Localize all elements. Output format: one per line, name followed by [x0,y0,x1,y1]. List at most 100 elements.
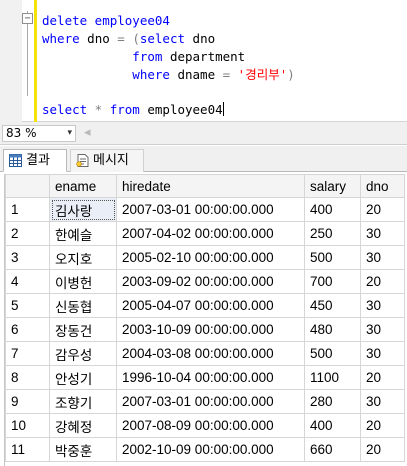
corner-cell[interactable] [5,174,50,198]
grid-icon [9,154,22,167]
table-row[interactable]: 3 오지호 2005-02-10 00:00:00.000 500 30 [5,245,405,270]
table-row[interactable]: 9 조향기 2007-03-01 00:00:00.000 280 30 [5,389,405,414]
cell-dno[interactable]: 30 [360,245,405,270]
row-number[interactable]: 10 [5,413,50,438]
cell-hiredate[interactable]: 2005-02-10 00:00:00.000 [116,245,305,270]
cell-dno[interactable]: 20 [360,413,405,438]
cell-ename[interactable]: 강혜정 [49,413,117,438]
results-table[interactable]: ename hiredate salary dno 1 김사랑 2007-03-01… [5,174,405,462]
cell-dno[interactable]: 20 [360,365,405,390]
sql-code[interactable]: delete employee04 where dno = (select dno… [42,12,295,119]
table-row[interactable]: 2 한예슬 2007-04-02 00:00:00.000 250 30 [5,221,405,246]
code-line[interactable]: where dname = '경리부') [42,66,295,84]
cell-ename[interactable]: 안성기 [49,365,117,390]
cell-ename[interactable]: 신동협 [49,293,117,318]
code-line[interactable]: delete employee04 [42,12,295,30]
table-row[interactable]: 10 강혜정 2007-08-09 00:00:00.000 400 20 [5,413,405,438]
column-header-ename[interactable]: ename [49,174,117,198]
cell-salary[interactable]: 500 [304,245,361,270]
cell-salary[interactable]: 250 [304,221,361,246]
cell-dno[interactable]: 20 [360,437,405,462]
cell-hiredate[interactable]: 2007-03-01 00:00:00.000 [116,197,305,222]
row-number[interactable]: 1 [5,197,50,222]
cell-ename[interactable]: 오지호 [49,245,117,270]
column-header-hiredate[interactable]: hiredate [116,174,305,198]
cell-salary[interactable]: 400 [304,413,361,438]
row-number[interactable]: 2 [5,221,50,246]
row-number[interactable]: 11 [5,437,50,462]
table-row[interactable]: 6 장동건 2003-10-09 00:00:00.000 480 30 [5,317,405,342]
header-row: ename hiredate salary dno [5,174,405,198]
cell-hiredate[interactable]: 2007-08-09 00:00:00.000 [116,413,305,438]
cell-hiredate[interactable]: 2003-10-09 00:00:00.000 [116,317,305,342]
changed-lines-marker [34,0,37,122]
row-number[interactable]: 8 [5,365,50,390]
cell-dno[interactable]: 20 [360,269,405,294]
cell-salary[interactable]: 500 [304,341,361,366]
cell-salary[interactable]: 700 [304,269,361,294]
cell-ename[interactable]: 조향기 [49,389,117,414]
code-line[interactable]: select * from employee04 [42,101,295,119]
cell-dno[interactable]: 30 [360,341,405,366]
row-number[interactable]: 6 [5,317,50,342]
cell-dno[interactable]: 20 [360,197,405,222]
cell-ename[interactable]: 감우성 [49,341,117,366]
code-token: where [42,31,80,46]
cell-salary[interactable]: 400 [304,197,361,222]
cell-ename[interactable]: 장동건 [49,317,117,342]
code-token: from [42,49,163,64]
cell-hiredate[interactable]: 2005-04-07 00:00:00.000 [116,293,305,318]
message-icon [76,154,89,167]
cell-hiredate[interactable]: 2007-04-02 00:00:00.000 [116,221,305,246]
cell-salary[interactable]: 280 [304,389,361,414]
table-row[interactable]: 1 김사랑 2007-03-01 00:00:00.000 400 20 [5,197,405,222]
column-header-dno[interactable]: dno [360,174,405,198]
blank-line[interactable] [42,84,295,101]
cell-dno[interactable]: 30 [360,317,405,342]
cell-hiredate[interactable]: 2004-03-08 00:00:00.000 [116,341,305,366]
row-number[interactable]: 5 [5,293,50,318]
code-token: from [109,102,140,117]
code-line[interactable]: where dno = (select dno [42,30,295,48]
table-row[interactable]: 4 이병헌 2003-09-02 00:00:00.000 700 20 [5,269,405,294]
collapse-icon[interactable]: − [22,13,33,24]
row-number[interactable]: 3 [5,245,50,270]
scroll-left-icon[interactable]: ◂ [84,126,91,140]
table-row[interactable]: 8 안성기 1996-10-04 00:00:00.000 1100 20 [5,365,405,390]
tab-messages[interactable]: 메시지 [70,149,144,172]
cell-hiredate[interactable]: 2002-10-09 00:00:00.000 [116,437,305,462]
cell-ename[interactable]: 한예슬 [49,221,117,246]
cell-ename[interactable]: 김사랑 [49,197,117,222]
table-row[interactable]: 7 감우성 2004-03-08 00:00:00.000 500 30 [5,341,405,366]
zoom-select[interactable]: 83 % ▾ [2,125,76,142]
code-token: '경리부' [230,67,288,82]
row-number[interactable]: 7 [5,341,50,366]
cell-salary[interactable]: 480 [304,317,361,342]
cell-hiredate[interactable]: 1996-10-04 00:00:00.000 [116,365,305,390]
tab-messages-label: 메시지 [93,153,129,168]
row-number[interactable]: 4 [5,269,50,294]
cell-dno[interactable]: 30 [360,389,405,414]
cell-hiredate[interactable]: 2007-03-01 00:00:00.000 [116,389,305,414]
column-header-salary[interactable]: salary [304,174,361,198]
row-number[interactable]: 9 [5,389,50,414]
cell-salary[interactable]: 450 [304,293,361,318]
cell-ename[interactable]: 박중훈 [49,437,117,462]
cell-salary[interactable]: 660 [304,437,361,462]
cell-dno[interactable]: 30 [360,221,405,246]
results-grid[interactable]: ename hiredate salary dno 1 김사랑 2007-03-01… [4,174,407,466]
chevron-down-icon[interactable]: ▾ [67,126,72,141]
cell-dno[interactable]: 30 [360,293,405,318]
code-token: dno [185,31,216,46]
table-row[interactable]: 5 신동협 2005-04-07 00:00:00.000 450 30 [5,293,405,318]
query-editor[interactable]: − delete employee04 where dno = (select d… [0,0,407,122]
cell-ename[interactable]: 이병헌 [49,269,117,294]
table-row[interactable]: 11 박중훈 2002-10-09 00:00:00.000 660 20 [5,437,405,462]
tab-results[interactable]: 결과 [3,149,67,172]
code-line[interactable]: from department [42,48,295,66]
zoom-value: 83 % [6,126,37,140]
editor-status-bar: 83 % ▾ ◂ [0,122,407,145]
code-token: ) [287,67,295,82]
cell-hiredate[interactable]: 2003-09-02 00:00:00.000 [116,269,305,294]
cell-salary[interactable]: 1100 [304,365,361,390]
